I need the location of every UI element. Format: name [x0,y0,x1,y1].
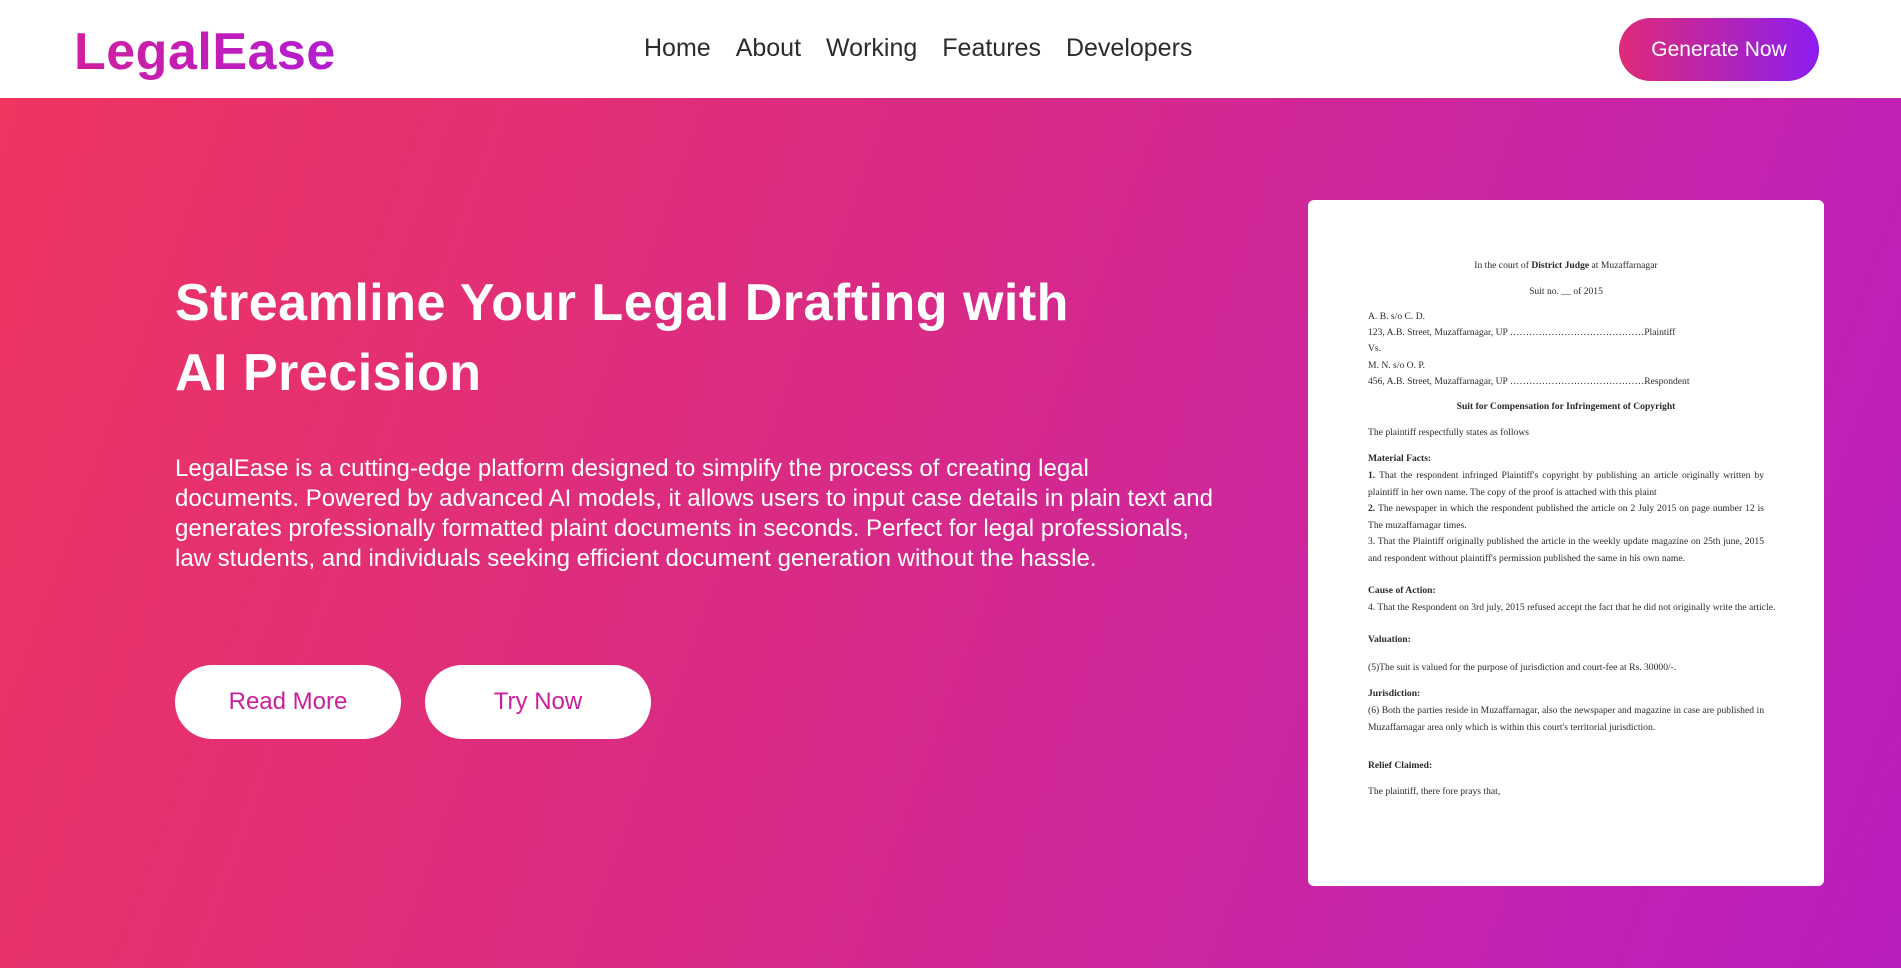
hero-section: Streamline Your Legal Drafting with AI P… [0,98,1901,968]
nav-developers-link[interactable]: Developers [1066,34,1192,63]
doc-fact-1: 1. That the respondent infringed Plainti… [1368,470,1764,498]
hero-title: Streamline Your Legal Drafting with AI P… [175,268,1235,408]
plaint-document-preview: In the court of District Judge at Muzaff… [1308,200,1824,886]
doc-versus: Vs. [1368,343,1382,354]
doc-jurisdiction-heading: Jurisdiction: [1368,688,1421,699]
doc-valuation-heading: Valuation: [1368,634,1411,645]
doc-suit-number: Suit no. __ of 2015 [1529,286,1603,297]
navbar: LegalEase Home About Working Features De… [0,0,1901,98]
nav-working-link[interactable]: Working [826,34,917,63]
brand-logo[interactable]: LegalEase [74,22,336,82]
doc-valuation-text: (5)The suit is valued for the purpose of… [1368,662,1677,673]
doc-cause-heading: Cause of Action: [1368,585,1436,596]
try-now-button[interactable]: Try Now [425,665,651,739]
nav-features-link[interactable]: Features [942,34,1041,63]
doc-material-facts-heading: Material Facts: [1368,453,1432,464]
doc-relief-text: The plaintiff, there fore prays that, [1368,786,1501,797]
hero-title-line-1: Streamline Your Legal Drafting with [175,274,1069,332]
doc-fact-2: 2. The newspaper in which the respondent… [1368,503,1764,531]
doc-plaintiff-name: A. B. s/o C. D. [1368,311,1426,322]
nav-menu: Home About Working Features Developers [644,34,1192,63]
doc-respondent-name: M. N. s/o O. P. [1368,360,1426,371]
doc-court-line: In the court of District Judge at Muzaff… [1474,260,1658,271]
hero-title-line-2: AI Precision [175,344,482,402]
nav-about-link[interactable]: About [736,34,801,63]
doc-jurisdiction-text: (6) Both the parties reside in Muzaffarn… [1368,705,1764,733]
generate-now-button[interactable]: Generate Now [1619,18,1819,81]
doc-intro: The plaintiff respectfully states as fol… [1368,427,1530,438]
doc-cause-text: 4. That the Respondent on 3rd july, 2015… [1368,602,1776,613]
doc-respondent-address: 456, A.B. Street, Muzaffarnagar, UP …………… [1368,376,1690,387]
read-more-button[interactable]: Read More [175,665,401,739]
hero-description: LegalEase is a cutting-edge platform des… [175,455,1213,572]
nav-home-link[interactable]: Home [644,34,711,63]
doc-plaintiff-address: 123, A.B. Street, Muzaffarnagar, UP …………… [1368,327,1676,338]
doc-fact-3: 3. That the Plaintiff originally publish… [1368,536,1764,564]
doc-relief-heading: Relief Claimed: [1368,760,1433,771]
doc-suit-title: Suit for Compensation for Infringement o… [1456,401,1676,412]
